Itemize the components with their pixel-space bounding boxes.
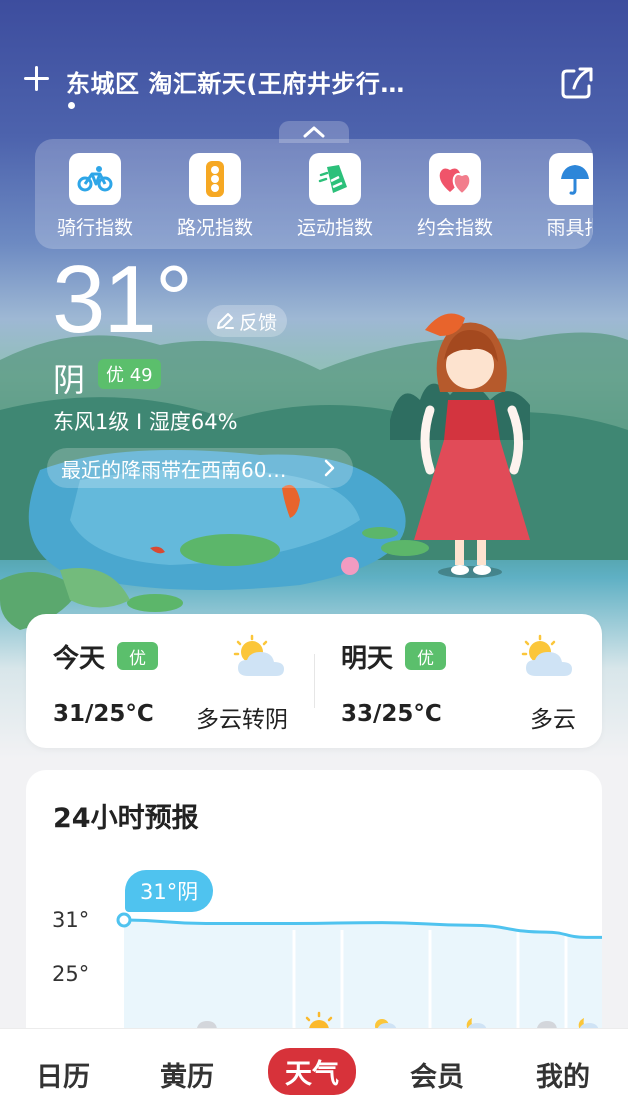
wind-humidity: 东风1级 I 湿度64% xyxy=(53,410,238,434)
today-summary[interactable]: 今天 优 31/25°C 多云转阴 xyxy=(26,614,314,748)
aqi-badge: 优 xyxy=(117,642,158,670)
rain-notice-button[interactable]: 最近的降雨带在西南60… xyxy=(47,448,353,488)
nav-almanac[interactable]: 黄历 xyxy=(160,1055,214,1094)
day-name: 明天 xyxy=(341,644,394,674)
weather-condition: 阴 xyxy=(53,361,86,399)
nav-profile[interactable]: 我的 xyxy=(536,1055,590,1094)
feedback-button[interactable]: 反馈 xyxy=(207,305,288,337)
page-indicator-dot xyxy=(68,102,75,109)
running-shoe-icon xyxy=(309,153,361,205)
aqi-badge[interactable]: 优 49 xyxy=(98,359,161,389)
index-sport[interactable]: 运动指数 xyxy=(287,153,383,240)
index-cycling[interactable]: 骑行指数 xyxy=(47,153,143,240)
index-umbrella[interactable]: 雨具指 xyxy=(527,153,593,240)
day-name: 今天 xyxy=(53,644,106,674)
edit-icon xyxy=(217,313,234,329)
top-bar: 东城区 淘汇新天(王府井步行… xyxy=(0,56,628,109)
umbrella-icon xyxy=(549,153,593,205)
daily-summary-card[interactable]: 今天 优 31/25°C 多云转阴 明天 优 33/25°C 多云 xyxy=(26,614,602,748)
nav-weather[interactable]: 天气 xyxy=(268,1048,356,1095)
index-label: 约会指数 xyxy=(416,217,493,239)
current-temperature-point xyxy=(116,912,132,928)
partly-cloudy-icon xyxy=(233,634,284,676)
index-label: 路况指数 xyxy=(176,217,253,239)
hourly-forecast-card[interactable]: 24小时预报 31° 25° 31°阴 xyxy=(26,770,602,1070)
location-title[interactable]: 东城区 淘汇新天(王府井步行… xyxy=(66,64,405,99)
bottom-navigation: 日历 黄历 天气 会员 我的 xyxy=(0,1028,628,1116)
feedback-label: 反馈 xyxy=(239,311,278,334)
temp-range: 33/25°C xyxy=(341,701,442,727)
tomorrow-summary[interactable]: 明天 优 33/25°C 多云 xyxy=(314,614,602,748)
partly-cloudy-icon xyxy=(521,634,572,676)
hearts-icon xyxy=(429,153,481,205)
share-icon[interactable] xyxy=(558,64,596,102)
aqi-badge: 优 xyxy=(405,642,446,670)
add-city-icon[interactable] xyxy=(22,64,52,94)
chevron-up-icon xyxy=(303,126,325,138)
bicycle-icon xyxy=(69,153,121,205)
current-temperature: 31° xyxy=(52,246,193,353)
nav-calendar[interactable]: 日历 xyxy=(36,1055,90,1094)
current-hour-tag: 31°阴 xyxy=(125,870,214,912)
rain-notice-text: 最近的降雨带在西南60… xyxy=(61,457,287,482)
traffic-light-icon xyxy=(189,153,241,205)
chevron-right-icon xyxy=(324,459,335,477)
weather-desc: 多云转阴 xyxy=(196,707,288,733)
temp-range: 31/25°C xyxy=(53,701,154,727)
index-traffic[interactable]: 路况指数 xyxy=(167,153,263,240)
index-label: 骑行指数 xyxy=(56,217,133,239)
section-title: 24小时预报 xyxy=(53,803,199,834)
weather-desc: 多云 xyxy=(530,707,576,733)
nav-membership[interactable]: 会员 xyxy=(410,1055,464,1094)
index-dating[interactable]: 约会指数 xyxy=(407,153,503,240)
life-index-panel: 骑行指数 路况指数 运动指数 约会指数 雨具指 xyxy=(35,139,593,249)
index-label: 雨具指 xyxy=(546,217,593,239)
index-label: 运动指数 xyxy=(296,217,373,239)
